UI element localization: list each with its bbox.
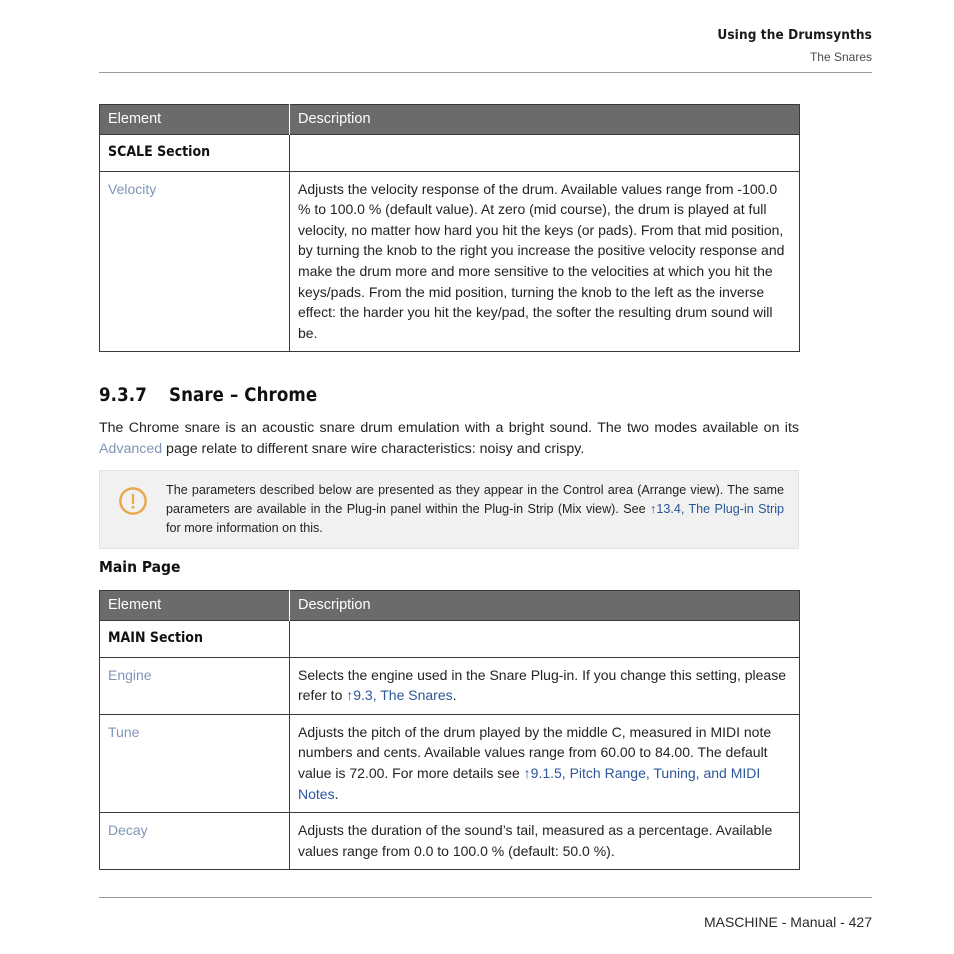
table-row: Tune Adjusts the pitch of the drum playe…	[99, 713, 800, 814]
table-row: SCALE Section	[99, 134, 800, 172]
table-row: Decay Adjusts the duration of the sound’…	[99, 812, 800, 871]
intro-text-pre: The Chrome snare is an acoustic snare dr…	[99, 420, 799, 436]
column-header-element: Element	[99, 104, 290, 135]
intro-paragraph: The Chrome snare is an acoustic snare dr…	[99, 418, 799, 460]
subsection-heading-main-page: Main Page	[99, 558, 181, 576]
cell-description: Selects the engine used in the Snare Plu…	[289, 656, 800, 715]
cell-element: Tune	[99, 713, 290, 814]
table-header-row: Element Description	[99, 104, 800, 135]
table-row: MAIN Section	[99, 620, 800, 658]
header-divider	[99, 72, 872, 73]
desc-text-post: .	[452, 687, 457, 704]
cell-element: SCALE Section	[99, 134, 290, 172]
cell-element: Decay	[99, 812, 290, 871]
link-plugin-strip[interactable]: ↑13.4, The Plug-in Strip	[650, 502, 784, 516]
table-row: Velocity Adjusts the velocity response o…	[99, 170, 800, 353]
running-header-title: Using the Drumsynths	[717, 27, 872, 43]
cell-description: Adjusts the pitch of the drum played by …	[289, 713, 800, 814]
running-header: Using the Drumsynths The Snares	[99, 26, 872, 66]
section-heading: 9.3.7 Snare – Chrome	[99, 385, 317, 406]
cell-description: Adjusts the duration of the sound’s tail…	[289, 812, 800, 871]
link-the-snares[interactable]: ↑9.3, The Snares	[346, 687, 452, 703]
section-title: Snare – Chrome	[169, 385, 318, 406]
intro-text-post: page relate to different snare wire char…	[162, 441, 585, 457]
section-number: 9.3.7	[99, 385, 147, 406]
exclamation-circle-icon	[119, 487, 147, 515]
column-header-element: Element	[99, 590, 290, 621]
table-row: Engine Selects the engine used in the Sn…	[99, 656, 800, 715]
cell-element: Engine	[99, 656, 290, 715]
scale-parameters-table: Element Description SCALE Section Veloci…	[99, 104, 800, 353]
cell-element: MAIN Section	[99, 620, 290, 658]
cell-description	[289, 620, 800, 658]
link-advanced[interactable]: Advanced	[99, 441, 162, 457]
note-text: The parameters described below are prese…	[166, 481, 792, 538]
footer-text: MASCHINE - Manual - 427	[703, 914, 872, 930]
desc-text-post: .	[334, 785, 339, 802]
note-text-post: for more information on this.	[166, 521, 323, 535]
document-page: Using the Drumsynths The Snares Element …	[0, 0, 954, 954]
note-icon-wrap	[100, 481, 166, 516]
cell-element: Velocity	[99, 170, 290, 353]
running-header-subtitle: The Snares	[809, 50, 872, 64]
note-callout: The parameters described below are prese…	[99, 470, 799, 549]
cell-description	[289, 134, 800, 172]
column-header-description: Description	[289, 104, 800, 135]
column-header-description: Description	[289, 590, 800, 621]
table-header-row: Element Description	[99, 590, 800, 621]
footer-divider	[99, 897, 872, 898]
cell-description: Adjusts the velocity response of the dru…	[289, 170, 800, 353]
main-parameters-table: Element Description MAIN Section Engine …	[99, 590, 800, 871]
